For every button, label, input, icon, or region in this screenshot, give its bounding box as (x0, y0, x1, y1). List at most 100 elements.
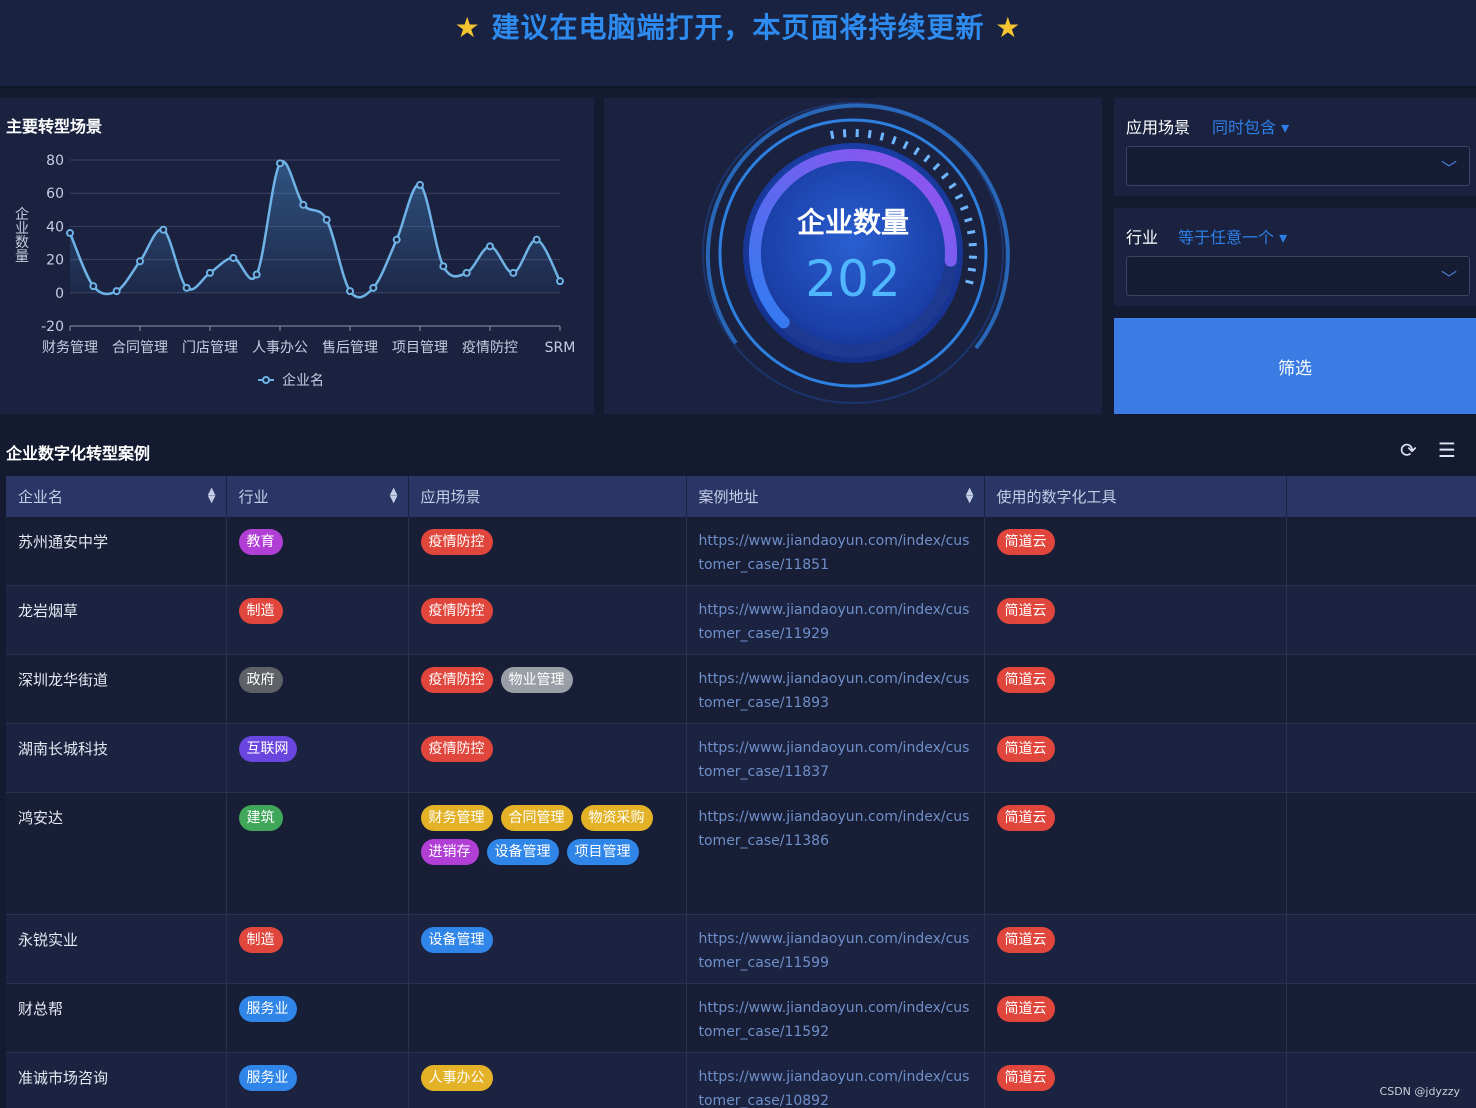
case-url-link[interactable]: https://www.jiandaoyun.com/index/custome… (699, 667, 972, 715)
tool-tag: 简道云 (996, 736, 1055, 762)
data-point[interactable] (66, 229, 74, 238)
data-point[interactable] (206, 268, 214, 277)
table-row[interactable]: 湖南长城科技 互联网 疫情防控 https://www.jiandaoyun.com/… (6, 723, 1476, 793)
case-url-link[interactable]: https://www.jiandaoyun.com/index/custome… (699, 1065, 972, 1108)
data-point[interactable] (369, 283, 378, 292)
gauge-panel: 企业数量 202 (604, 98, 1102, 414)
table-row[interactable]: 龙岩烟草 制造 疫情防控 https://www.jiandaoyun.com/ind… (6, 585, 1476, 655)
data-point[interactable] (346, 287, 354, 296)
column-header-scene[interactable]: 应用场景 (408, 476, 687, 517)
company-name: 永锐实业 (18, 931, 79, 949)
industry-tag: 服务业 (238, 1065, 297, 1091)
data-point[interactable] (159, 225, 168, 234)
data-point[interactable] (486, 242, 494, 251)
caret-down-icon: ▾ (1279, 228, 1288, 247)
data-point[interactable] (229, 253, 238, 262)
industry-tags: 教育 (238, 529, 396, 555)
column-header-industry[interactable]: 行业 ▲ ▼ (226, 476, 409, 517)
gauge-tick (913, 147, 920, 156)
column-settings-icon[interactable]: ☰ (1438, 438, 1456, 462)
data-point[interactable] (322, 215, 331, 224)
table-row[interactable]: 深圳龙华街道 政府 疫情防控 物业管理 https://www.jiandaoyun.c… (6, 654, 1476, 724)
table-title: 企业数字化转型案例 (6, 444, 151, 463)
scene-tag: 物资采购 (580, 805, 653, 831)
tool-tag: 简道云 (996, 927, 1055, 953)
data-point[interactable] (532, 235, 541, 244)
filter-industry: 行业 等于任意一个 ▾ ﹀ (1114, 208, 1476, 306)
scene-tag: 项目管理 (566, 839, 639, 865)
banner-text: 建议在电脑端打开，本页面将持续更新 (491, 11, 985, 44)
case-url-link[interactable]: https://www.jiandaoyun.com/index/custome… (699, 996, 972, 1044)
column-header-url[interactable]: 案例地址 ▲ ▼ (686, 476, 985, 517)
filter-industry-mode[interactable]: 等于任意一个 ▾ (1178, 224, 1287, 248)
scene-tag: 进销存 (420, 839, 479, 865)
filter-button[interactable]: 筛选 (1114, 318, 1476, 414)
gauge-tick (940, 172, 949, 180)
data-point[interactable] (136, 257, 144, 266)
table-row[interactable]: 永锐实业 制造 设备管理 https://www.jiandaoyun.com/ind… (6, 914, 1476, 984)
filter-scene-mode[interactable]: 同时包含 ▾ (1212, 114, 1289, 138)
gauge-tick (964, 217, 973, 223)
scene-tag: 财务管理 (420, 805, 493, 831)
sort-icon[interactable]: ▲ ▼ (208, 487, 216, 505)
data-point[interactable] (182, 283, 191, 292)
company-count-gauge: 企业数量 202 (702, 102, 1010, 404)
column-header-tools[interactable]: 使用的数字化工具 (984, 476, 1287, 517)
industry-tag: 服务业 (238, 996, 297, 1022)
table-row[interactable]: 苏州通安中学 教育 疫情防控 https://www.jiandaoyun.com/i… (6, 517, 1476, 586)
scene-tag: 设备管理 (486, 839, 559, 865)
data-point[interactable] (509, 268, 518, 277)
line-chart: 80 60 40 20 0 -20 财务管理 合同管理 门店管理 人事办公 售后管理 项目管理 疫情防控… (41, 153, 575, 389)
data-point[interactable] (416, 180, 424, 189)
y-tick-label: -20 (41, 319, 64, 335)
legend-marker-dot (262, 376, 270, 384)
x-tick-label: 合同管理 (112, 340, 168, 356)
industry-tags: 服务业 (238, 996, 396, 1022)
data-point[interactable] (392, 235, 401, 244)
data-point[interactable] (89, 282, 98, 291)
table-row[interactable]: 鸿安达 建筑 财务管理 合同管理 物资采购 进销存 设备管理 项目管理 https://www.… (6, 792, 1476, 915)
tool-tags: 简道云 (996, 805, 1274, 831)
filter-scene-select[interactable]: ﹀ (1126, 146, 1470, 186)
column-header-company[interactable]: 企业名 ▲ ▼ (6, 476, 227, 517)
gauge-title: 企业数量 (797, 206, 909, 239)
data-point[interactable] (112, 287, 121, 296)
cases-table: 企业名 ▲ ▼ 行业 ▲ ▼ 应用场景 案例地址 ▲ ▼ 使用的数字化工具 苏州通安中学 教育… (6, 476, 1476, 1108)
filter-industry-select[interactable]: ﹀ (1126, 256, 1470, 296)
scene-tags: 财务管理 合同管理 物资采购 进销存 设备管理 项目管理 (420, 805, 674, 865)
y-tick-label: 80 (46, 153, 64, 169)
case-url-link[interactable]: https://www.jiandaoyun.com/index/custome… (699, 529, 972, 577)
company-name: 财总帮 (18, 1000, 64, 1018)
case-url-link[interactable]: https://www.jiandaoyun.com/index/custome… (699, 736, 972, 784)
gauge-tick (902, 140, 909, 150)
data-point[interactable] (439, 262, 448, 271)
gauge-tick (891, 135, 897, 145)
company-name: 准诚市场咨询 (18, 1069, 109, 1087)
gauge-tick (932, 162, 941, 171)
tool-tag: 简道云 (996, 529, 1055, 555)
data-point[interactable] (556, 277, 564, 286)
case-url-link[interactable]: https://www.jiandaoyun.com/index/custome… (699, 805, 972, 853)
case-url-link[interactable]: https://www.jiandaoyun.com/index/custome… (699, 927, 972, 975)
scene-tags: 疫情防控 (420, 598, 674, 624)
banner: ★ 建议在电脑端打开，本页面将持续更新 ★ (0, 0, 1476, 88)
table-row[interactable]: 准诚市场咨询 服务业 人事办公 https://www.jiandaoyun.com/… (6, 1052, 1476, 1108)
column-header-extra (1286, 476, 1476, 517)
industry-tags: 互联网 (238, 736, 396, 762)
industry-tags: 制造 (238, 927, 396, 953)
industry-tag: 互联网 (238, 736, 297, 762)
case-url-link[interactable]: https://www.jiandaoyun.com/index/custome… (699, 598, 972, 646)
table-row[interactable]: 财总帮 服务业 https://www.jiandaoyun.com/index/c… (6, 983, 1476, 1053)
tool-tags: 简道云 (996, 927, 1274, 953)
x-tick-label: 项目管理 (392, 340, 448, 356)
sort-icon[interactable]: ▲ ▼ (966, 487, 974, 505)
data-point[interactable] (276, 159, 284, 168)
gauge-value: 202 (805, 250, 900, 308)
legend-label[interactable]: 企业名 (282, 372, 324, 389)
data-point[interactable] (462, 268, 471, 277)
refresh-icon[interactable]: ⟳ (1400, 438, 1417, 462)
data-point[interactable] (252, 270, 261, 279)
data-point[interactable] (299, 200, 308, 209)
sort-icon[interactable]: ▲ ▼ (390, 487, 398, 505)
industry-tag: 建筑 (238, 805, 283, 831)
